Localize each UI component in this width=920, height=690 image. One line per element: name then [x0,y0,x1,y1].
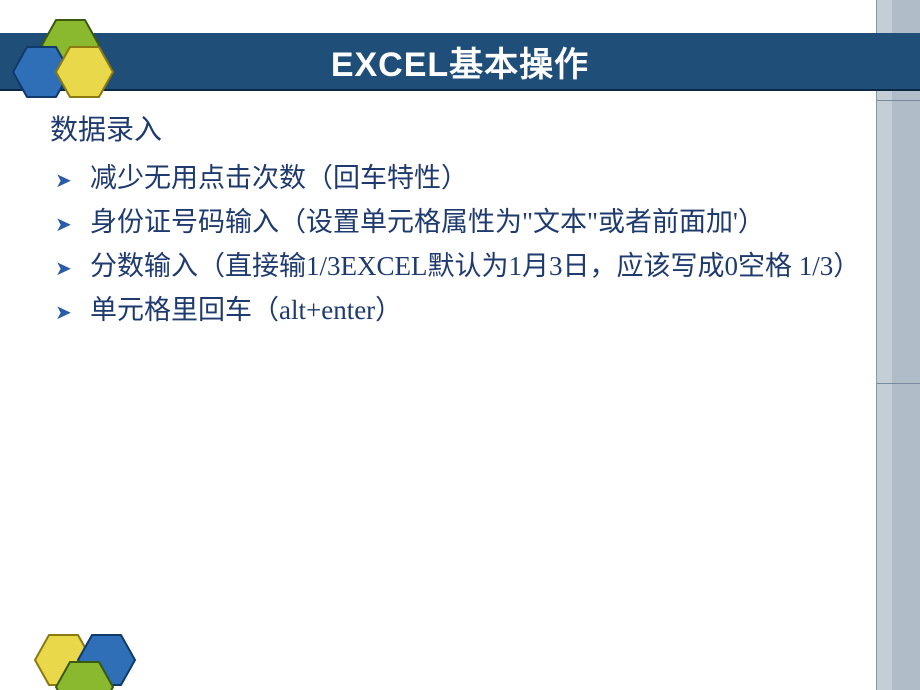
title-bar: EXCEL基本操作 [0,33,920,91]
section-heading: 数据录入 [50,108,850,148]
right-band-inner [892,0,920,690]
slide-content: 数据录入 ➤ 减少无用点击次数（回车特性） ➤ 身份证号码输入（设置单元格属性为… [50,108,850,333]
right-band-divider-1 [877,100,920,101]
list-item: ➤ 分数输入（直接输1/3EXCEL默认为1月3日，应该写成0空格 1/3） [50,246,850,288]
bullet-icon: ➤ [55,210,72,241]
bullet-icon: ➤ [55,298,72,329]
bullet-icon: ➤ [55,166,72,197]
right-decorative-band [876,0,920,690]
bullet-list: ➤ 减少无用点击次数（回车特性） ➤ 身份证号码输入（设置单元格属性为"文本"或… [50,158,850,331]
list-item: ➤ 单元格里回车（alt+enter） [50,290,850,332]
top-hexagon-decoration [7,19,127,109]
bullet-text: 单元格里回车（alt+enter） [90,295,402,325]
bullet-text: 减少无用点击次数（回车特性） [90,163,468,193]
list-item: ➤ 身份证号码输入（设置单元格属性为"文本"或者前面加'） [50,202,850,244]
bullet-text: 分数输入（直接输1/3EXCEL默认为1月3日，应该写成0空格 1/3） [90,251,860,281]
bullet-text: 身份证号码输入（设置单元格属性为"文本"或者前面加'） [90,207,765,237]
slide-title: EXCEL基本操作 [331,37,589,86]
right-band-divider-2 [877,383,920,384]
bullet-icon: ➤ [55,254,72,285]
list-item: ➤ 减少无用点击次数（回车特性） [50,158,850,200]
bottom-hexagon-decoration [0,600,160,690]
